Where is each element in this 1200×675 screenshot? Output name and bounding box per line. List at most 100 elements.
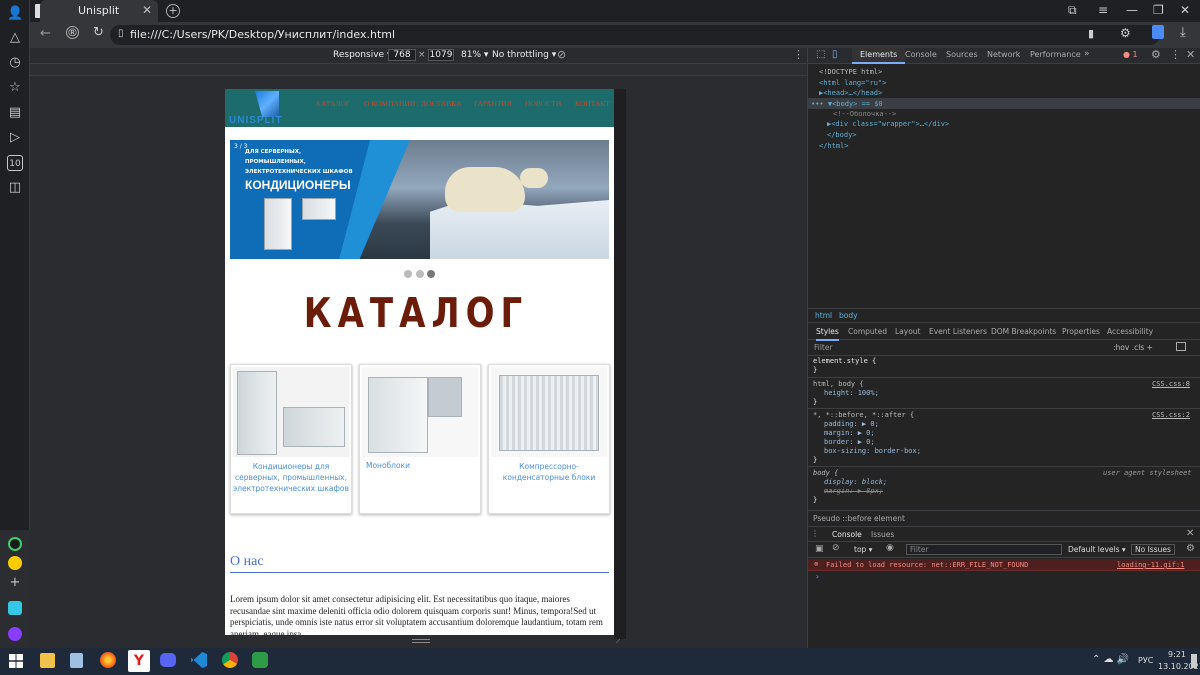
inspect-icon[interactable]: ⬚: [816, 49, 825, 60]
minimize-icon[interactable]: —: [1126, 3, 1138, 17]
rule-prop[interactable]: box-sizing: border-box;: [824, 447, 921, 456]
nav-warranty[interactable]: ГАРАНТИЯ: [474, 99, 512, 108]
dom-line[interactable]: <html lang="ru">: [819, 78, 886, 89]
nav-news[interactable]: НОВОСТИ: [525, 99, 561, 108]
nav-contacts[interactable]: КОНТАКТ: [575, 99, 610, 108]
drawer-menu-icon[interactable]: ⋮: [811, 529, 819, 538]
discord-icon[interactable]: [160, 653, 176, 667]
breadcrumb-html[interactable]: html: [815, 311, 832, 320]
hero-slider[interactable]: 3 / 3 ДЛЯ СЕРВЕРНЫХ, ПРОМЫШЛЕННЫХ, ЭЛЕКТ…: [230, 140, 609, 259]
screenshot-icon[interactable]: ◫: [7, 180, 23, 196]
rotate-icon[interactable]: ⊘: [557, 48, 566, 61]
notepad-icon[interactable]: [70, 653, 83, 668]
product-label[interactable]: Компрессорно-конденсаторные блоки: [489, 461, 609, 483]
slider-dot-active[interactable]: [427, 270, 435, 278]
tab-layout[interactable]: Layout: [895, 327, 921, 336]
height-input[interactable]: 1079: [428, 49, 454, 61]
dom-line-selected[interactable]: ••• ▼<body> == $0: [811, 99, 883, 110]
protect-icon[interactable]: ®: [66, 26, 79, 39]
url-field[interactable]: ▯ file:///C:/Users/PK/Desktop/Унисплит/i…: [110, 25, 1160, 45]
bookmarks-icon[interactable]: ☆: [7, 80, 23, 96]
rule-source[interactable]: CSS.css:2: [1152, 411, 1190, 420]
reader-icon[interactable]: ⚙: [1120, 26, 1131, 40]
hov-cls-toggles[interactable]: :hov .cls +: [1113, 343, 1153, 352]
nav-delivery[interactable]: ДОСТАВКА: [421, 99, 462, 108]
firefox-icon[interactable]: [100, 652, 116, 668]
utorrent-icon[interactable]: [252, 652, 268, 668]
vscode-icon[interactable]: [191, 652, 207, 668]
tab-dom-breakpoints[interactable]: DOM Breakpoints: [991, 327, 1056, 336]
tab-unisplit[interactable]: Unisplit ✕: [40, 0, 158, 22]
dom-line[interactable]: ▶<div class="wrapper">…</div>: [827, 119, 949, 130]
start-icon[interactable]: [9, 654, 23, 668]
tab-event-listeners[interactable]: Event Listeners: [929, 327, 987, 336]
toggle-sidebar-icon[interactable]: [1176, 342, 1186, 351]
dom-comment[interactable]: <!--Оболочка-->: [833, 109, 896, 120]
chrome-icon[interactable]: [222, 652, 238, 668]
console-error-source[interactable]: loading-11.gif:1: [1117, 561, 1184, 569]
breadcrumb-body[interactable]: body: [839, 311, 858, 320]
new-tab-icon[interactable]: +: [166, 4, 180, 18]
notifications-icon[interactable]: △: [7, 30, 23, 46]
console-filter-input[interactable]: Filter: [906, 544, 1062, 555]
tab-properties[interactable]: Properties: [1062, 327, 1100, 336]
close-drawer-icon[interactable]: ✕: [1186, 528, 1194, 539]
live-expression-icon[interactable]: ◉: [886, 543, 894, 553]
dom-line[interactable]: </body>: [827, 130, 857, 141]
drawer-tab-issues[interactable]: Issues: [871, 530, 894, 539]
tab-performance[interactable]: Performance: [1030, 50, 1081, 59]
slider-dot[interactable]: [404, 270, 412, 278]
rule-selector[interactable]: *, *::before, *::after {: [813, 411, 914, 420]
rule-prop[interactable]: padding: ▶ 0;: [824, 420, 879, 429]
issues-button[interactable]: No Issues: [1131, 544, 1175, 555]
app-icon[interactable]: [8, 601, 22, 615]
clear-console-icon[interactable]: ⊘: [832, 543, 840, 553]
throttle-select[interactable]: No throttling ▾: [492, 50, 556, 60]
styles-filter-input[interactable]: Filter: [814, 343, 833, 352]
context-select[interactable]: top ▾: [854, 545, 872, 554]
zoom-select[interactable]: 81% ▾: [461, 50, 488, 60]
app-icon[interactable]: [8, 537, 22, 551]
app-icon[interactable]: [8, 556, 22, 570]
profile-icon[interactable]: 👤: [7, 6, 23, 22]
rule-prop[interactable]: height: 100%;: [824, 389, 879, 398]
bookmark-icon[interactable]: ▮: [1088, 27, 1094, 40]
console-settings-icon[interactable]: ⚙: [1186, 543, 1195, 554]
dom-line[interactable]: <!DOCTYPE html>: [819, 67, 882, 78]
language-indicator[interactable]: РУС: [1138, 656, 1153, 665]
levels-select[interactable]: Default levels ▾: [1068, 545, 1126, 554]
product-label[interactable]: Моноблоки: [366, 461, 410, 470]
tray-icons[interactable]: ⌃ ☁ 🔊: [1092, 654, 1129, 665]
tab-elements[interactable]: Elements: [852, 48, 906, 64]
yandex-browser-icon[interactable]: Y: [128, 650, 150, 672]
restore-icon[interactable]: ❐: [1153, 3, 1164, 17]
tab-computed[interactable]: Computed: [848, 327, 887, 336]
rule-selector[interactable]: body {: [813, 469, 838, 478]
product-card[interactable]: Моноблоки: [359, 364, 481, 514]
tabs-overview-icon[interactable]: ⧉: [1068, 3, 1077, 18]
media-icon[interactable]: ▷: [7, 130, 23, 146]
console-prompt-icon[interactable]: ›: [815, 572, 820, 581]
download-icon[interactable]: ⤓: [1180, 25, 1186, 40]
page-scrollbar[interactable]: [614, 89, 626, 639]
clock-time[interactable]: 9:21: [1168, 650, 1186, 659]
drawer-tab-console[interactable]: Console: [832, 530, 862, 539]
settings-icon[interactable]: ⚙: [1151, 48, 1161, 61]
dom-line[interactable]: ▶<head>…</head>: [819, 88, 882, 99]
rule-selector[interactable]: element.style {: [813, 357, 876, 366]
tab-sources[interactable]: Sources: [946, 50, 978, 59]
rule-prop-overridden[interactable]: margin: ▶ 8px;: [824, 487, 883, 496]
extension-icon[interactable]: [1152, 25, 1164, 39]
product-card[interactable]: Компрессорно-конденсаторные блоки: [488, 364, 610, 514]
tab-styles[interactable]: Styles: [816, 327, 839, 341]
error-badge[interactable]: ● 1: [1123, 50, 1138, 59]
reload-icon[interactable]: ↻: [93, 25, 104, 40]
tabs-count-icon[interactable]: 10: [7, 155, 23, 171]
tab-network[interactable]: Network: [987, 50, 1020, 59]
tab-console[interactable]: Console: [905, 50, 937, 59]
explorer-icon[interactable]: [40, 653, 55, 668]
product-label[interactable]: Кондиционеры для серверных, промышленных…: [231, 461, 351, 494]
nav-about[interactable]: О КОМПАНИИ: [364, 99, 416, 108]
resize-handle-bottom[interactable]: [412, 639, 430, 643]
dom-line[interactable]: </html>: [819, 141, 849, 152]
